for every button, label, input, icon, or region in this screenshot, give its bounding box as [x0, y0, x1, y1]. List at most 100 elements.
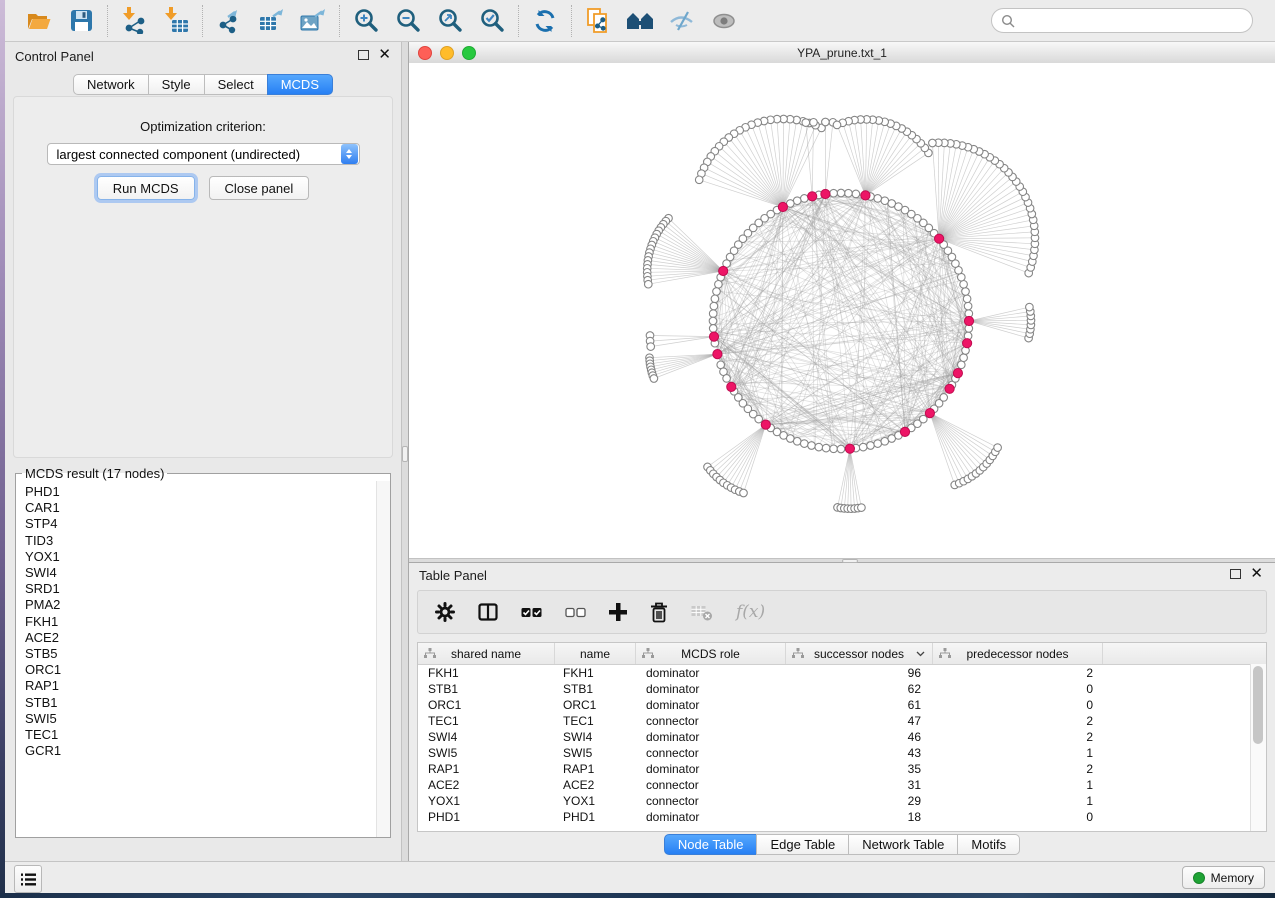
cell-successor-nodes: 29	[786, 794, 933, 808]
mcds-result-item[interactable]: ORC1	[25, 662, 376, 678]
close-window-icon[interactable]	[418, 46, 432, 60]
column-header-predecessor-nodes[interactable]: predecessor nodes	[933, 643, 1103, 664]
add-row-icon[interactable]	[609, 603, 627, 621]
toggle-visibility-button[interactable]	[667, 6, 697, 36]
table-row[interactable]: YOX1 YOX1 connector 29 1	[418, 793, 1266, 809]
network-canvas[interactable]	[409, 63, 1275, 558]
mcds-result-item[interactable]: YOX1	[25, 549, 376, 565]
control-panel-tab[interactable]: Network	[73, 74, 149, 95]
zoom-fit-button[interactable]	[435, 6, 465, 36]
scrollbar-thumb[interactable]	[1253, 666, 1263, 744]
mcds-result-item[interactable]: SWI4	[25, 565, 376, 581]
mcds-result-item[interactable]: GCR1	[25, 743, 376, 759]
select-all-icon[interactable]	[521, 604, 542, 621]
save-session-button[interactable]	[66, 6, 96, 36]
cell-name: RAP1	[555, 762, 636, 776]
float-panel-icon[interactable]	[1230, 569, 1241, 579]
splitter-handle[interactable]	[402, 446, 408, 462]
mcds-result-item[interactable]: RAP1	[25, 678, 376, 694]
export-image-button[interactable]	[298, 6, 328, 36]
mcds-result-item[interactable]: CAR1	[25, 500, 376, 516]
zoom-out-button[interactable]	[393, 6, 423, 36]
cell-shared-name: SWI5	[418, 746, 555, 760]
import-network-button[interactable]	[119, 6, 149, 36]
cell-shared-name: FKH1	[418, 666, 555, 680]
vertical-splitter[interactable]	[401, 42, 409, 862]
criterion-select[interactable]: largest connected component (undirected)	[47, 143, 360, 165]
deselect-all-icon[interactable]	[565, 604, 586, 621]
duplicate-network-button[interactable]	[583, 6, 613, 36]
table-row[interactable]: STB1 STB1 dominator 62 0	[418, 681, 1266, 697]
table-panel-tab[interactable]: Node Table	[664, 834, 758, 855]
column-header-mcds-role[interactable]: MCDS role	[636, 643, 786, 664]
zoom-selected-button[interactable]	[477, 6, 507, 36]
file-group	[13, 6, 107, 36]
mcds-result-item[interactable]: ACE2	[25, 630, 376, 646]
cell-shared-name: STB1	[418, 682, 555, 696]
column-header-successor-nodes[interactable]: successor nodes	[786, 643, 933, 664]
table-row[interactable]: TEC1 TEC1 connector 47 2	[418, 713, 1266, 729]
close-panel-button[interactable]: Close panel	[209, 176, 310, 200]
delete-rows-trash-icon[interactable]	[650, 602, 668, 623]
search-box[interactable]	[991, 8, 1253, 33]
memory-button[interactable]: Memory	[1182, 866, 1265, 889]
table-row[interactable]: ORC1 ORC1 dominator 61 0	[418, 697, 1266, 713]
close-panel-icon[interactable]: ✕	[378, 50, 391, 60]
mcds-result-list[interactable]: PHD1CAR1STP4TID3YOX1SWI4SRD1PMA2FKH1ACE2…	[16, 481, 376, 837]
split-view-icon[interactable]	[478, 603, 498, 621]
column-header-shared-name[interactable]: shared name	[418, 643, 555, 664]
network-window-titlebar[interactable]: YPA_prune.txt_1	[409, 42, 1275, 64]
mcds-result-item[interactable]: SRD1	[25, 581, 376, 597]
show-hidden-button[interactable]	[709, 6, 739, 36]
mcds-result-item[interactable]: TID3	[25, 533, 376, 549]
cell-predecessor-nodes: 1	[933, 794, 1103, 808]
mcds-result-item[interactable]: PHD1	[25, 484, 376, 500]
table-row[interactable]: SWI5 SWI5 connector 43 1	[418, 745, 1266, 761]
close-panel-icon[interactable]: ✕	[1250, 569, 1263, 579]
find-neighbors-button[interactable]	[625, 6, 655, 36]
network-graph[interactable]	[409, 63, 1275, 558]
shared-column-icon	[939, 648, 951, 659]
control-panel-tab[interactable]: Style	[148, 74, 205, 95]
mcds-result-item[interactable]: STB5	[25, 646, 376, 662]
table-panel-tab[interactable]: Motifs	[957, 834, 1020, 855]
open-file-button[interactable]	[24, 6, 54, 36]
zoom-out-icon	[395, 7, 422, 34]
table-row[interactable]: FKH1 FKH1 dominator 96 2	[418, 665, 1266, 681]
control-panel-tab[interactable]: Select	[204, 74, 268, 95]
control-panel: Control Panel ✕ NetworkStyleSelectMCDS O…	[5, 42, 401, 862]
minimize-window-icon[interactable]	[440, 46, 454, 60]
mcds-list-scrollbar[interactable]	[376, 481, 390, 837]
mcds-panel: Optimization criterion: largest connecte…	[13, 96, 393, 458]
table-row[interactable]: RAP1 RAP1 dominator 35 2	[418, 761, 1266, 777]
column-header-name[interactable]: name	[555, 643, 636, 664]
mcds-result-item[interactable]: STP4	[25, 516, 376, 532]
mcds-result-item[interactable]: FKH1	[25, 614, 376, 630]
delete-table-icon	[691, 604, 713, 621]
table-row[interactable]: ACE2 ACE2 connector 31 1	[418, 777, 1266, 793]
shared-column-icon	[424, 648, 436, 659]
cell-successor-nodes: 18	[786, 810, 933, 824]
mcds-result-item[interactable]: SWI5	[25, 711, 376, 727]
float-panel-icon[interactable]	[358, 50, 369, 60]
show-panels-button[interactable]	[14, 865, 42, 893]
import-table-button[interactable]	[161, 6, 191, 36]
control-panel-tab[interactable]: MCDS	[267, 74, 333, 95]
column-settings-gear-icon[interactable]	[435, 602, 455, 622]
maximize-window-icon[interactable]	[462, 46, 476, 60]
export-network-button[interactable]	[214, 6, 244, 36]
mcds-result-item[interactable]: TEC1	[25, 727, 376, 743]
run-mcds-button[interactable]: Run MCDS	[97, 176, 195, 200]
table-panel-tab[interactable]: Network Table	[848, 834, 958, 855]
zoom-in-button[interactable]	[351, 6, 381, 36]
mcds-result-item[interactable]: PMA2	[25, 597, 376, 613]
refresh-layout-button[interactable]	[530, 6, 560, 36]
select-stepper-icon	[341, 144, 358, 164]
mcds-result-item[interactable]: STB1	[25, 695, 376, 711]
table-scrollbar[interactable]	[1250, 664, 1266, 831]
table-row[interactable]: PHD1 PHD1 dominator 18 0	[418, 809, 1266, 825]
search-input[interactable]	[1021, 13, 1243, 29]
export-table-button[interactable]	[256, 6, 286, 36]
table-row[interactable]: SWI4 SWI4 dominator 46 2	[418, 729, 1266, 745]
table-panel-tab[interactable]: Edge Table	[756, 834, 849, 855]
